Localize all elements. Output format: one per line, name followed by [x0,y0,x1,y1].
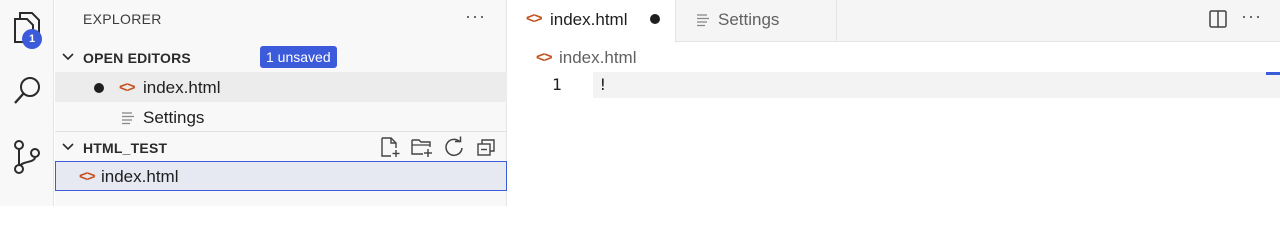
html-file-icon: <> [119,79,136,96]
new-file-icon[interactable] [379,136,401,158]
tab-label: Settings [718,10,780,29]
folder-item-label: index.html [101,167,179,186]
tab-index-html[interactable]: <> index.html [508,0,676,43]
source-control-button[interactable] [0,130,54,184]
search-icon [14,77,40,104]
search-button[interactable] [0,64,54,118]
explorer-sidebar: EXPLORER ··· OPEN EDITORS 1 unsaved <> i… [55,0,507,206]
settings-file-icon [122,112,134,125]
editor-more-button[interactable]: ··· [1241,6,1262,27]
new-folder-icon[interactable] [410,136,434,158]
open-editors-title: OPEN EDITORS [83,50,191,66]
folder-item-index-html[interactable]: <> index.html [55,161,507,191]
editor-area: <> index.html Settings ··· <> index.html… [508,0,1280,206]
explorer-button[interactable]: 1 [0,0,54,54]
open-editor-item-settings[interactable]: Settings [55,102,507,132]
folder-header[interactable]: HTML_TEST [55,132,507,162]
html-file-icon: <> [79,168,96,185]
current-line-highlight[interactable] [593,72,1280,98]
source-control-icon [14,140,40,174]
open-editor-item-index-html[interactable]: <> index.html [55,72,507,102]
open-editor-label: index.html [143,78,221,97]
activity-bar: 1 [0,0,54,206]
open-editor-label: Settings [143,108,205,127]
breadcrumb-label: index.html [559,48,637,67]
tab-settings[interactable]: Settings [677,0,837,42]
tab-bar: <> index.html Settings ··· [508,0,1280,43]
sidebar-header: EXPLORER ··· [55,0,507,38]
collapse-all-icon[interactable] [475,136,497,158]
settings-file-icon [697,14,709,27]
folder-title: HTML_TEST [83,140,168,156]
unsaved-badge: 1 unsaved [260,46,337,68]
scrollbar-cursor-marker [1266,72,1280,75]
html-file-icon: <> [536,49,553,66]
code-line-text[interactable]: ! [598,75,608,94]
chevron-down-icon [62,53,74,61]
unsaved-dot-icon[interactable] [650,14,660,24]
line-number: 1 [552,75,562,94]
html-file-icon: <> [526,10,543,27]
sidebar-more-button[interactable]: ··· [465,6,486,27]
sidebar-title: EXPLORER [83,11,162,27]
tab-label: index.html [550,10,628,29]
refresh-icon[interactable] [443,136,465,158]
explorer-badge: 1 [22,29,42,49]
unsaved-dot-icon [94,83,104,93]
split-editor-icon[interactable] [1208,9,1228,29]
chevron-down-icon [62,143,74,151]
